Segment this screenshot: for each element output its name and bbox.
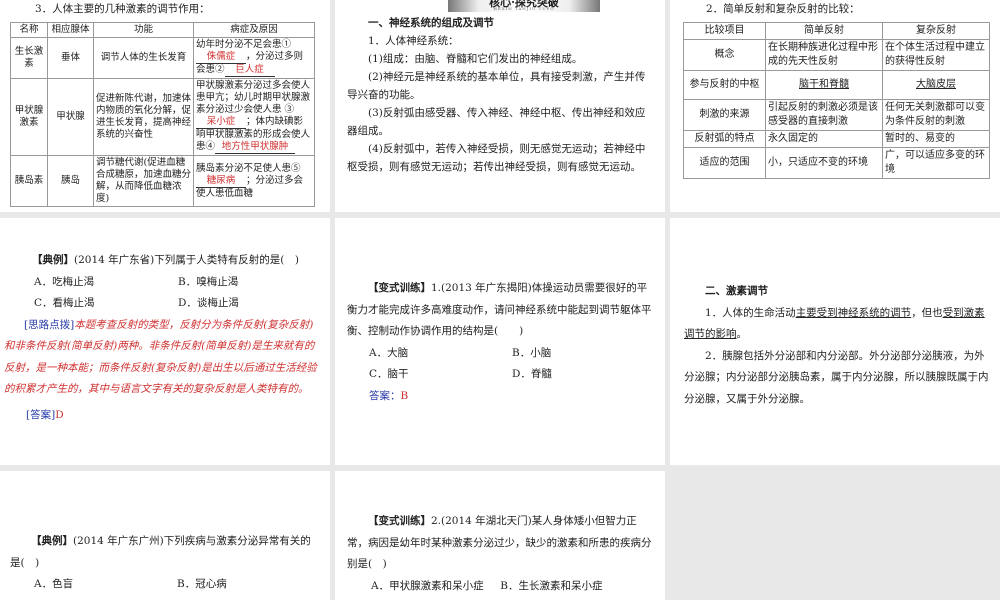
section-heading: 一、神经系统的组成及调节 xyxy=(368,17,494,29)
table-cell: 小，只适应不变的环境 xyxy=(765,147,883,179)
answer-value: B xyxy=(400,389,409,402)
option-c: C．脑干 xyxy=(369,368,409,380)
option-d: D．谈梅止渴 xyxy=(178,297,239,309)
slide-thumbnail-2[interactable]: 核心·探究突破 HEXIN TANJIU TUPO 一、神经系统的组成及调节 1．… xyxy=(335,0,665,212)
slide-thumbnail-5[interactable]: 【变式训练】1.(2013 年广东揭阳)体操运动员需要很好的平衡力才能完成许多高… xyxy=(335,218,665,465)
option-a: A．吃梅止渴 xyxy=(34,275,95,288)
paragraph: (4)反射弧中，若传入神经受损，则无感觉无运动；若神经中枢受损，则有感觉无运动；… xyxy=(347,143,646,173)
paragraph: 1．人体的生命活动主要受到神经系统的调节，但也受到激素调节的影响。 xyxy=(684,306,985,341)
slide-thumbnail-6[interactable]: 二、激素调节 1．人体的生命活动主要受到神经系统的调节，但也受到激素调节的影响。… xyxy=(670,218,1000,465)
option-b: B．嗅梅止渴 xyxy=(178,275,239,288)
table-cell: 在长期种族进化过程中形成的先天性反射 xyxy=(765,39,883,71)
table-cell: 幼年时分泌不足会患①侏儒症 ，分泌过多则会患② 巨人症 xyxy=(193,37,315,79)
example-label: 【典例】 xyxy=(32,254,74,266)
table-cell: 广，可以适应多变的环境 xyxy=(882,147,990,179)
table-cell: 促进新陈代谢，加速体内物质的氧化分解，促进生长发育，提高神经系统的兴奋性 xyxy=(93,78,194,156)
table-header: 比较项目 xyxy=(683,22,766,40)
option-b: B．冠心病 xyxy=(177,578,227,590)
table-cell: 反射弧的特点 xyxy=(683,130,766,148)
paragraph: 1．人体神经系统： xyxy=(368,35,459,47)
reflex-comparison-table: 比较项目 简单反射 复杂反射 概念 在长期种族进化过程中形成的先天性反射 在个体生活过程… xyxy=(683,22,990,179)
table-cell: 任何无关刺激都可以变为条件反射的刺激 xyxy=(882,99,990,131)
table-cell: 概念 xyxy=(683,39,766,71)
table-cell: 胰岛素 xyxy=(10,155,48,207)
table-cell: 胰岛 xyxy=(47,155,94,207)
question-text: (2014 年广东省)下列属于人类特有反射的是( ) xyxy=(74,254,299,266)
table-cell: 胰岛素分泌不足使人患⑤糖尿病 ；分泌过多会使人患低血糖 xyxy=(193,155,315,207)
table-cell: 调节糖代谢(促进血糖合成糖原，加速血糖分解，从而降低血糖浓度) xyxy=(93,155,194,207)
hormone-table: 名称 相应腺体 功能 病症及原因 生长激素 垂体 调节人体的生长发育 幼年时分泌不足会患①… xyxy=(10,22,315,207)
table-cell: 永久固定的 xyxy=(765,130,883,148)
option-d: D．脊髓 xyxy=(512,368,552,380)
slide-thumbnail-8[interactable]: 【变式训练】2.(2014 年湖北天门)某人身体矮小但智力正常，病因是幼年时某种… xyxy=(335,471,665,600)
table-cell: 甲状腺 xyxy=(47,78,94,156)
table-cell: 引起反射的刺激必须是该感受器的直接刺激 xyxy=(765,99,883,131)
section-heading: 二、激素调节 xyxy=(705,285,768,297)
option-a: A．色盲 xyxy=(34,578,74,590)
table-cell: 参与反射的中枢 xyxy=(683,70,766,100)
hint-label: [思路点拨] xyxy=(24,318,75,331)
table-header: 名称 xyxy=(10,22,48,38)
slide-thumbnail-7[interactable]: 【典例】(2014 年广东广州)下列疾病与激素分泌异常有关的是( ) A．色盲 B… xyxy=(0,471,330,600)
table-header: 复杂反射 xyxy=(882,22,990,40)
table-cell: 甲状腺激素分泌过多会使人患甲亢；幼儿时期甲状腺激素分泌过少会使人患 ③呆小症 ；体… xyxy=(193,78,315,156)
table-header: 病症及原因 xyxy=(193,22,315,38)
slide-title: 3．人体主要的几种激素的调节作用： xyxy=(35,3,210,15)
paragraph: (3)反射弧由感受器、传入神经、神经中枢、传出神经和效应器组成。 xyxy=(347,107,646,137)
table-cell: 垂体 xyxy=(47,37,94,79)
table-cell: 适应的范围 xyxy=(683,147,766,179)
option-c: C．看梅止渴 xyxy=(34,297,95,309)
exercise-label: 【变式训练】 xyxy=(368,282,431,294)
answer-label: [答案] xyxy=(26,408,56,421)
table-cell: 暂时的、易变的 xyxy=(882,130,990,148)
section-banner: 核心·探究突破 HEXIN TANJIU TUPO xyxy=(448,0,600,12)
table-cell: 脑干和脊髓 xyxy=(765,70,883,100)
table-cell: 刺激的来源 xyxy=(683,99,766,131)
table-cell: 调节人体的生长发育 xyxy=(93,37,194,79)
answer-label: 答案： xyxy=(369,389,401,402)
slide-thumbnail-1[interactable]: 3．人体主要的几种激素的调节作用： 名称 相应腺体 功能 病症及原因 生长激素 垂体 调节… xyxy=(0,0,330,212)
option-a: A．大脑 xyxy=(369,346,409,359)
empty-slot xyxy=(670,471,1000,600)
paragraph: (1)组成：由脑、脊髓和它们发出的神经组成。 xyxy=(368,53,583,65)
exercise-label: 【变式训练】 xyxy=(368,515,431,527)
table-header: 相应腺体 xyxy=(47,22,94,38)
table-header: 功能 xyxy=(93,22,194,38)
example-label: 【典例】 xyxy=(31,535,73,547)
table-cell: 大脑皮层 xyxy=(882,70,990,100)
table-cell: 生长激素 xyxy=(10,37,48,79)
slide-title: 2．简单反射和复杂反射的比较： xyxy=(706,3,860,15)
option-a: A．甲状腺激素和呆小症 xyxy=(371,579,484,592)
slide-thumbnail-3[interactable]: 2．简单反射和复杂反射的比较： 比较项目 简单反射 复杂反射 概念 在长期种族进化过程… xyxy=(670,0,1000,212)
option-b: B．小脑 xyxy=(512,346,552,359)
paragraph: 2．胰腺包括外分泌部和内分泌部。外分泌部分泌胰液，为外分泌腺；内分泌部分泌胰岛素… xyxy=(684,349,989,405)
paragraph: (2)神经元是神经系统的基本单位，具有接受刺激，产生并传导兴奋的功能。 xyxy=(347,71,646,101)
table-cell: 在个体生活过程中建立的获得性反射 xyxy=(882,39,990,71)
table-cell: 甲状腺激素 xyxy=(10,78,48,156)
answer-value: D xyxy=(55,408,64,421)
slide-thumbnail-4[interactable]: 【典例】(2014 年广东省)下列属于人类特有反射的是( ) A．吃梅止渴 B．嗅… xyxy=(0,218,330,465)
option-b: B．生长激素和呆小症 xyxy=(500,579,603,592)
table-header: 简单反射 xyxy=(765,22,883,40)
